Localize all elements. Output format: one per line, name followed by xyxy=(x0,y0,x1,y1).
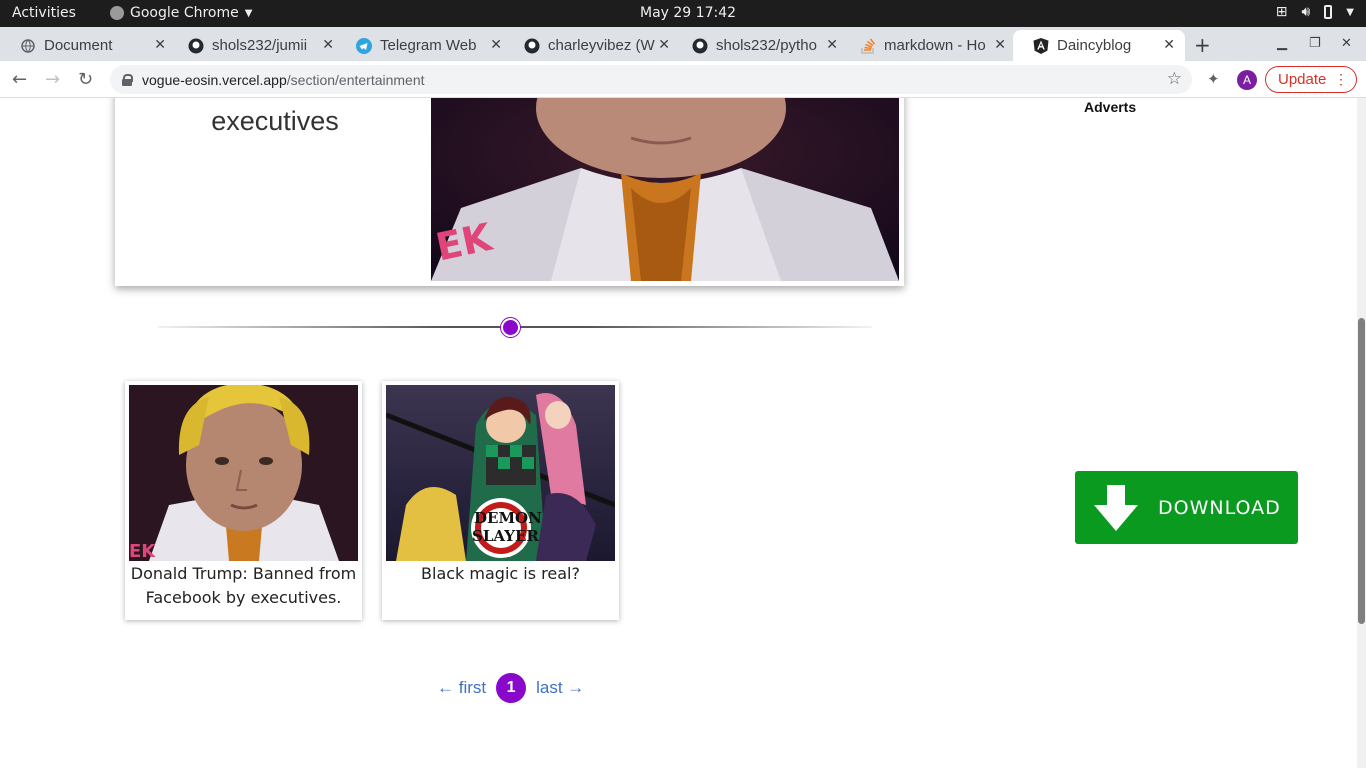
svg-text:EK: EK xyxy=(129,541,156,561)
app-menu[interactable]: Google Chrome ▼ xyxy=(110,5,252,21)
tab-label: shols232/pytho xyxy=(716,37,817,54)
volume-icon: 🔊︎ xyxy=(1301,4,1311,20)
close-icon[interactable]: ✕ xyxy=(994,37,1006,53)
update-button[interactable]: Update ⋮ xyxy=(1265,66,1357,93)
profile-avatar[interactable]: A xyxy=(1237,70,1257,90)
post-card[interactable]: EK Donald Trump: Banned from Facebook by… xyxy=(125,381,362,620)
address-bar[interactable]: vogue-eosin.vercel.app/section/entertain… xyxy=(110,65,1192,94)
github-icon xyxy=(524,38,540,54)
close-icon[interactable]: ✕ xyxy=(1163,37,1175,53)
featured-image[interactable]: EK xyxy=(431,98,899,281)
tab-label: shols232/jumii xyxy=(212,37,308,54)
svg-text:SLAYER: SLAYER xyxy=(472,527,539,545)
pagination-first-link[interactable]: ← first xyxy=(437,678,486,698)
activities-button[interactable]: Activities xyxy=(12,5,76,21)
download-button[interactable]: DOWNLOAD xyxy=(1075,471,1298,544)
close-icon[interactable]: ✕ xyxy=(322,37,334,53)
extensions-puzzle-icon[interactable]: ✦ xyxy=(1207,70,1220,88)
menu-dots-icon: ⋮ xyxy=(1334,71,1348,87)
post-image[interactable]: DEMON SLAYER xyxy=(386,385,615,561)
tab-label: Telegram Web xyxy=(380,37,477,54)
svg-text:DEMON: DEMON xyxy=(474,509,542,527)
close-icon[interactable]: ✕ xyxy=(658,37,670,53)
url-host: vogue-eosin.vercel.app xyxy=(142,71,287,88)
tab-strip: Document ✕ shols232/jumii ✕ Telegram Web… xyxy=(0,27,1366,80)
post-title[interactable]: Donald Trump: Banned from Facebook by ex… xyxy=(129,562,358,610)
tab-charleyvibez[interactable]: charleyvibez (W ✕ xyxy=(504,30,680,61)
clock[interactable]: May 29 17:42 xyxy=(640,5,736,21)
divider-dot xyxy=(501,318,520,337)
tab-jumii[interactable]: shols232/jumii ✕ xyxy=(168,30,344,61)
download-arrow-icon xyxy=(1094,485,1138,531)
tab-daincyblog[interactable]: Daincyblog ✕ xyxy=(1013,30,1185,61)
download-label: DOWNLOAD xyxy=(1158,497,1281,519)
lock-icon xyxy=(122,73,133,86)
telegram-icon xyxy=(356,37,372,54)
minimize-icon[interactable]: ▁ xyxy=(1277,36,1287,51)
tab-telegram[interactable]: Telegram Web ✕ xyxy=(336,30,512,61)
close-icon[interactable]: ✕ xyxy=(826,37,838,53)
caret-down-icon: ▼ xyxy=(244,7,253,19)
back-icon[interactable]: ← xyxy=(12,69,27,90)
reload-icon[interactable]: ↻ xyxy=(78,69,93,90)
angular-icon xyxy=(1033,37,1049,54)
github-icon xyxy=(692,38,708,54)
caret-down-icon: ▼ xyxy=(1346,6,1354,18)
tab-document[interactable]: Document ✕ xyxy=(0,30,176,61)
pagination: ← first 1 last → xyxy=(437,673,584,703)
system-tray[interactable]: ⊞ 🔊︎ ▼ xyxy=(1276,4,1354,20)
app-menu-label: Google Chrome xyxy=(130,5,239,21)
tab-label: markdown - Ho xyxy=(884,37,986,54)
update-label: Update xyxy=(1278,71,1327,88)
pagination-last-link[interactable]: last → xyxy=(536,678,584,698)
adverts-heading: Adverts xyxy=(1084,99,1137,115)
featured-post[interactable]: executives EK xyxy=(115,98,904,286)
tab-markdown[interactable]: markdown - Ho ✕ xyxy=(840,30,1016,61)
post-title[interactable]: Black magic is real? xyxy=(386,562,615,586)
tab-label: charleyvibez (W xyxy=(548,37,655,54)
globe-icon xyxy=(20,38,36,54)
github-icon xyxy=(188,38,204,54)
maximize-icon[interactable]: ❐ xyxy=(1309,36,1321,51)
chrome-icon xyxy=(110,6,124,20)
pagination-current-page[interactable]: 1 xyxy=(496,673,527,703)
bookmark-star-icon[interactable]: ☆ xyxy=(1167,69,1182,89)
forward-icon[interactable]: → xyxy=(45,69,60,90)
page-scrollbar[interactable] xyxy=(1357,98,1366,768)
page-content: executives EK Adverts EK Donald Trump: B… xyxy=(0,98,1357,768)
close-icon[interactable]: ✕ xyxy=(154,37,166,53)
scrollbar-thumb[interactable] xyxy=(1358,318,1365,624)
system-top-bar: Activities Google Chrome ▼ May 29 17:42 … xyxy=(0,0,1366,27)
network-icon: ⊞ xyxy=(1275,4,1288,20)
post-image[interactable]: EK xyxy=(129,385,358,561)
tab-python[interactable]: shols232/pytho ✕ xyxy=(672,30,848,61)
featured-title[interactable]: executives xyxy=(175,106,375,137)
stackoverflow-icon xyxy=(860,38,876,54)
tab-label: Daincyblog xyxy=(1057,37,1132,54)
post-card[interactable]: DEMON SLAYER Black magic is real? xyxy=(382,381,619,620)
url-path: /section/entertainment xyxy=(286,71,425,88)
close-window-icon[interactable]: ✕ xyxy=(1341,36,1352,51)
close-icon[interactable]: ✕ xyxy=(490,37,502,53)
browser-toolbar: ← → ↻ vogue-eosin.vercel.app/section/ent… xyxy=(0,61,1366,98)
battery-icon xyxy=(1324,5,1333,19)
tab-label: Document xyxy=(44,37,113,54)
new-tab-button[interactable]: + xyxy=(1194,33,1211,57)
